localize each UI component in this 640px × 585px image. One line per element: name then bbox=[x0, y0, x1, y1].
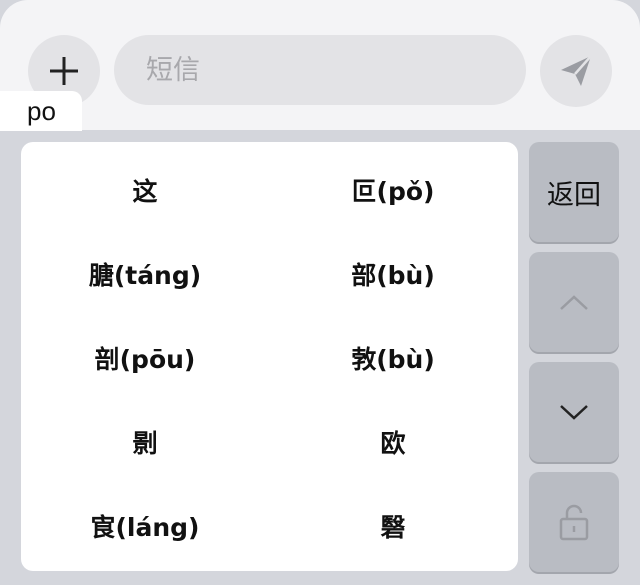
chevron-down-icon bbox=[560, 405, 588, 420]
return-key-label: 返回 bbox=[547, 179, 601, 211]
candidate-item[interactable]: 㪍(bù) bbox=[269, 316, 517, 400]
candidate-item[interactable]: 㔀 bbox=[21, 400, 269, 484]
candidate-item[interactable]: 膅(táng) bbox=[21, 232, 269, 316]
candidate-item[interactable]: 㝗(láng) bbox=[21, 484, 269, 568]
candidate-panel: 这 叵(pǒ) 膅(táng) 部(bù) 剖(pōu) 㪍(bù) 㔀 欧 㝗… bbox=[21, 142, 518, 571]
candidate-item[interactable]: 叵(pǒ) bbox=[269, 148, 517, 232]
return-key[interactable]: 返回 bbox=[529, 142, 619, 242]
unlock-icon bbox=[559, 504, 589, 541]
lock-key[interactable] bbox=[529, 472, 619, 572]
send-button[interactable] bbox=[540, 35, 612, 107]
candidate-item[interactable]: 剖(pōu) bbox=[21, 316, 269, 400]
send-icon bbox=[561, 55, 592, 86]
candidate-item[interactable]: 部(bù) bbox=[269, 232, 517, 316]
page-down-key[interactable] bbox=[529, 362, 619, 462]
candidate-item[interactable]: 这 bbox=[21, 148, 269, 232]
message-input[interactable] bbox=[114, 35, 526, 105]
plus-icon bbox=[50, 57, 78, 85]
candidate-item[interactable]: 䃜 bbox=[269, 484, 517, 568]
message-compose-bar bbox=[0, 0, 640, 130]
page-up-key[interactable] bbox=[529, 252, 619, 352]
chevron-up-icon bbox=[560, 295, 588, 310]
ime-composing-text: po bbox=[0, 91, 82, 131]
candidate-item[interactable]: 欧 bbox=[269, 400, 517, 484]
